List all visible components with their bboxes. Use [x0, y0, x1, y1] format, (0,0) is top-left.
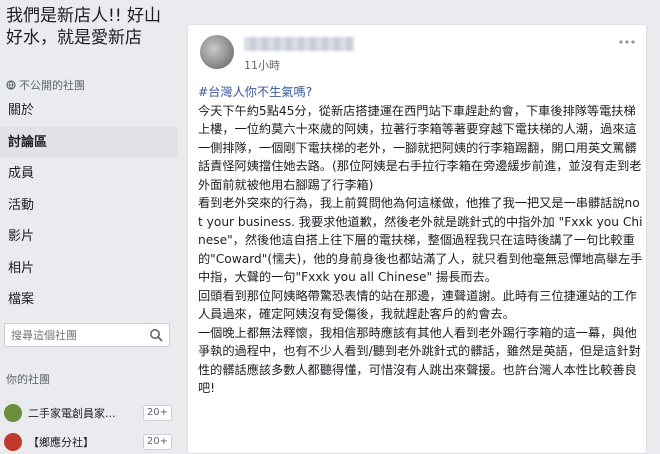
- your-groups-heading: 你的社團: [6, 373, 50, 386]
- post-timestamp[interactable]: 11小時: [244, 57, 280, 73]
- group-list-item[interactable]: 【鄉應分社】 20+: [4, 431, 172, 453]
- group-nav: 關於 討論區 成員 活動 影片 相片 檔案: [0, 95, 178, 316]
- privacy-text: 不公開的社團: [19, 79, 85, 92]
- group-avatar: [4, 433, 22, 451]
- nav-item-events[interactable]: 活動: [0, 190, 178, 222]
- group-avatar: [4, 404, 22, 422]
- post-paragraph: 今天下午約5點45分，從新店搭捷運在西門站下車趕赴約會，下車後排隊等電扶梯上樓，…: [198, 103, 642, 192]
- nav-item-discussion[interactable]: 討論區: [0, 126, 178, 158]
- post-paragraph: 看到老外突來的行為，我上前質問他為何這樣做，他推了我一把又是一串髒話說not y…: [198, 196, 643, 284]
- group-count-badge: 20+: [142, 405, 172, 421]
- nav-item-photos[interactable]: 相片: [0, 253, 178, 285]
- group-count-badge: 20+: [142, 434, 172, 450]
- post-paragraph: 回頭看到那位阿姨略帶驚恐表情的站在那邊，連聲道謝。此時有三位捷運站的工作人員過來…: [198, 288, 637, 322]
- nav-item-members[interactable]: 成員: [0, 158, 178, 190]
- author-name-blurred[interactable]: [244, 37, 354, 51]
- group-title[interactable]: 我們是新店人!! 好山好水，就是愛新店: [6, 5, 172, 49]
- group-name: 二手家電創員家...: [28, 407, 116, 420]
- post-body: #台灣人你不生氣嗎? 今天下午約5點45分，從新店搭捷運在西門站下車趕赴約會，下…: [198, 83, 643, 398]
- group-list-item[interactable]: 二手家電創員家... 20+: [4, 402, 172, 424]
- privacy-label: 不公開的社團: [6, 77, 85, 93]
- author-avatar[interactable]: [200, 35, 234, 69]
- search-icon[interactable]: [149, 328, 163, 342]
- group-name: 【鄉應分社】: [28, 436, 94, 449]
- nav-item-about[interactable]: 關於: [0, 95, 178, 127]
- nav-item-files[interactable]: 檔案: [0, 284, 178, 316]
- group-search-input[interactable]: [5, 328, 147, 342]
- globe-icon: [6, 80, 16, 90]
- more-options-icon[interactable]: [618, 37, 636, 47]
- post-card: 11小時 #台灣人你不生氣嗎? 今天下午約5點45分，從新店搭捷運在西門站下車趕…: [187, 24, 647, 454]
- group-sidebar: 我們是新店人!! 好山好水，就是愛新店 不公開的社團 關於 討論區 成員 活動 …: [0, 0, 178, 451]
- hashtag-link[interactable]: #台灣人你不生氣嗎?: [198, 83, 643, 102]
- post-paragraph: 一個晚上都無法釋懷，我相信那時應該有其他人看到老外踢行李箱的這一幕，與他爭執的過…: [198, 325, 641, 396]
- nav-item-videos[interactable]: 影片: [0, 221, 178, 253]
- group-search: [4, 323, 170, 347]
